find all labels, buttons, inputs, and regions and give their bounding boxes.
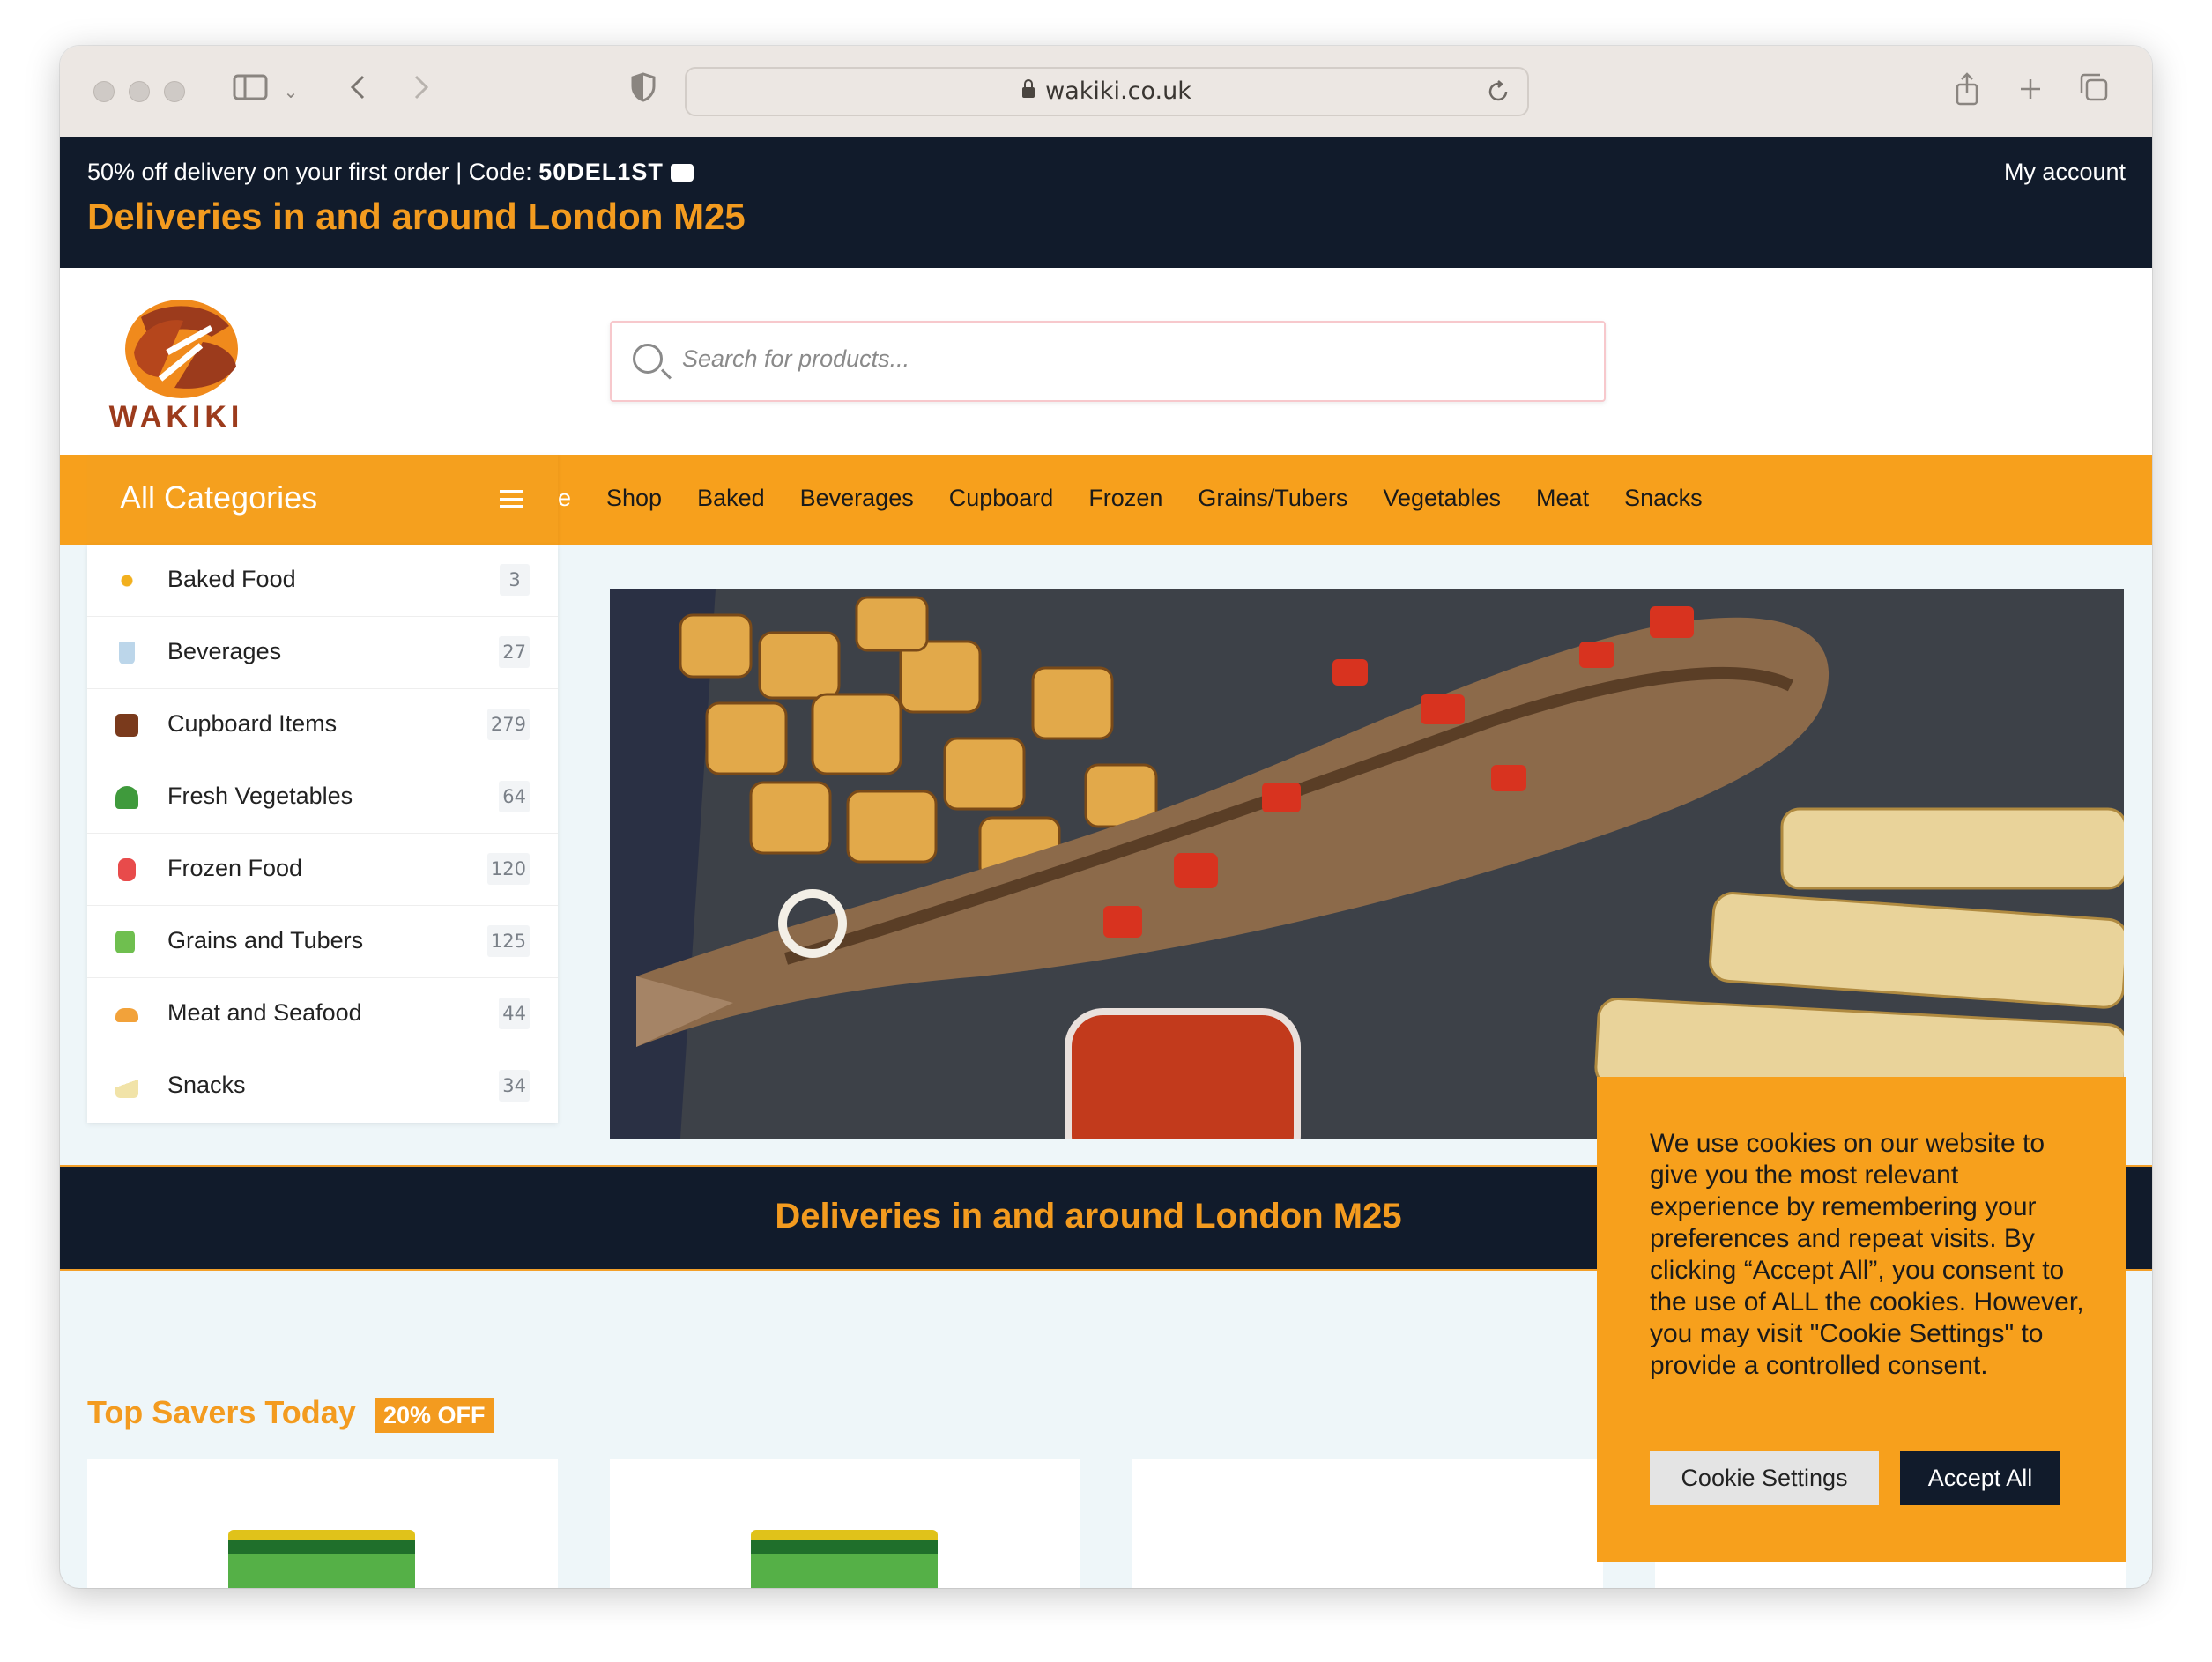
cookie-consent-dialog: We use cookies on our website to give yo… bbox=[1597, 1077, 2126, 1562]
category-label: Grains and Tubers bbox=[167, 927, 364, 953]
product-card[interactable] bbox=[1132, 1459, 1603, 1588]
discount-badge: 20% OFF bbox=[375, 1398, 494, 1433]
category-item-baked-food[interactable]: Baked Food 3 bbox=[87, 545, 558, 617]
lock-icon bbox=[1022, 79, 1035, 98]
category-label: Baked Food bbox=[167, 566, 296, 592]
site-header: WAKIKI Search for products... bbox=[60, 268, 2152, 455]
product-card[interactable] bbox=[610, 1459, 1080, 1588]
product-image[interactable] bbox=[751, 1530, 938, 1588]
category-label: Snacks bbox=[167, 1072, 246, 1098]
menu-icon[interactable] bbox=[500, 490, 523, 508]
hero-food-image[interactable] bbox=[610, 589, 2124, 1139]
beverages-icon bbox=[119, 642, 135, 664]
share-icon[interactable] bbox=[1949, 72, 1985, 115]
nav-item-beverages[interactable]: Beverages bbox=[800, 485, 914, 512]
baked-food-icon bbox=[115, 569, 138, 592]
frozen-food-icon bbox=[118, 858, 136, 881]
nav-item-grains-tubers[interactable]: Grains/Tubers bbox=[1198, 485, 1347, 512]
all-categories-toggle[interactable]: All Categories bbox=[87, 455, 558, 545]
category-label: Fresh Vegetables bbox=[167, 783, 353, 809]
category-label: Cupboard Items bbox=[167, 710, 338, 737]
browser-titlebar: ⌄ wakiki.co.uk bbox=[60, 46, 2152, 137]
chevron-down-icon[interactable]: ⌄ bbox=[280, 72, 301, 111]
category-item-beverages[interactable]: Beverages 27 bbox=[87, 617, 558, 689]
category-count: 279 bbox=[486, 709, 530, 740]
promo-bar: 50% off delivery on your first order | C… bbox=[60, 137, 2152, 268]
nav-links: Shop Baked Beverages Cupboard Frozen Gra… bbox=[606, 485, 1703, 512]
category-label: Beverages bbox=[167, 638, 282, 664]
category-item-fresh-vegetables[interactable]: Fresh Vegetables 64 bbox=[87, 761, 558, 834]
category-item-cupboard-items[interactable]: Cupboard Items 279 bbox=[87, 689, 558, 761]
nav-item-vegetables[interactable]: Vegetables bbox=[1383, 485, 1501, 512]
new-tab-icon[interactable] bbox=[2013, 72, 2048, 111]
nav-item-meat[interactable]: Meat bbox=[1536, 485, 1589, 512]
minimize-window-button[interactable] bbox=[129, 81, 150, 102]
category-count: 3 bbox=[500, 564, 530, 596]
vegetables-icon bbox=[115, 786, 138, 809]
privacy-shield-icon[interactable] bbox=[626, 72, 661, 112]
category-item-meat-and-seafood[interactable]: Meat and Seafood 44 bbox=[87, 978, 558, 1050]
nav-item-frozen[interactable]: Frozen bbox=[1088, 485, 1162, 512]
product-card[interactable] bbox=[87, 1459, 558, 1588]
browser-window: ⌄ wakiki.co.uk 50% off delivery on your … bbox=[60, 46, 2152, 1588]
nav-item-cupboard[interactable]: Cupboard bbox=[949, 485, 1054, 512]
search-icon[interactable] bbox=[633, 344, 663, 374]
logo-wordmark: WAKIKI bbox=[108, 400, 244, 434]
accept-all-button[interactable]: Accept All bbox=[1900, 1451, 2060, 1505]
meat-icon bbox=[115, 1008, 138, 1022]
delivery-headline: Deliveries in and around London M25 bbox=[87, 196, 746, 237]
category-item-frozen-food[interactable]: Frozen Food 120 bbox=[87, 834, 558, 906]
product-search-box[interactable]: Search for products... bbox=[610, 321, 1606, 402]
all-categories-label: All Categories bbox=[120, 479, 318, 516]
nav-item-partial[interactable]: e bbox=[558, 485, 571, 512]
category-label: Frozen Food bbox=[167, 855, 303, 881]
main-nav: All Categories e Shop Baked Beverages Cu… bbox=[60, 455, 2152, 545]
category-count: 44 bbox=[499, 998, 530, 1029]
category-count: 27 bbox=[499, 636, 530, 668]
category-count: 125 bbox=[486, 925, 530, 957]
category-count: 120 bbox=[486, 853, 530, 885]
category-label: Meat and Seafood bbox=[167, 999, 362, 1026]
tab-overview-icon[interactable] bbox=[2075, 72, 2113, 112]
promo-text: 50% off delivery on your first order | C… bbox=[87, 159, 539, 185]
category-item-grains-and-tubers[interactable]: Grains and Tubers 125 bbox=[87, 906, 558, 978]
promo-code: 50DEL1ST bbox=[538, 159, 664, 185]
cupboard-icon bbox=[115, 714, 138, 737]
nav-item-snacks[interactable]: Snacks bbox=[1624, 485, 1703, 512]
forward-icon[interactable] bbox=[404, 72, 439, 111]
back-icon[interactable] bbox=[340, 72, 375, 111]
search-input[interactable]: Search for products... bbox=[682, 345, 909, 373]
nav-item-baked[interactable]: Baked bbox=[697, 485, 765, 512]
cookie-message: We use cookies on our website to give yo… bbox=[1650, 1129, 2084, 1380]
grains-icon bbox=[115, 931, 135, 953]
reload-icon[interactable] bbox=[1487, 79, 1510, 108]
category-list: Baked Food 3 Beverages 27 Cupboard Items… bbox=[87, 545, 558, 1123]
snacks-icon bbox=[115, 1075, 138, 1098]
category-count: 64 bbox=[499, 781, 530, 812]
promo-message: 50% off delivery on your first order | C… bbox=[87, 159, 694, 186]
top-savers-heading: Top Savers Today bbox=[87, 1394, 356, 1430]
product-image[interactable] bbox=[228, 1530, 415, 1588]
copy-code-icon[interactable] bbox=[670, 164, 694, 182]
url-text: wakiki.co.uk bbox=[1045, 78, 1191, 105]
zoom-window-button[interactable] bbox=[164, 81, 185, 102]
close-window-button[interactable] bbox=[93, 81, 115, 102]
sidebar-toggle-icon[interactable] bbox=[229, 72, 271, 111]
category-item-snacks[interactable]: Snacks 34 bbox=[87, 1050, 558, 1123]
cookie-settings-button[interactable]: Cookie Settings bbox=[1650, 1451, 1879, 1505]
category-count: 34 bbox=[499, 1070, 530, 1102]
nav-item-shop[interactable]: Shop bbox=[606, 485, 662, 512]
address-bar[interactable]: wakiki.co.uk bbox=[685, 67, 1529, 116]
my-account-link[interactable]: My account bbox=[2004, 159, 2126, 186]
